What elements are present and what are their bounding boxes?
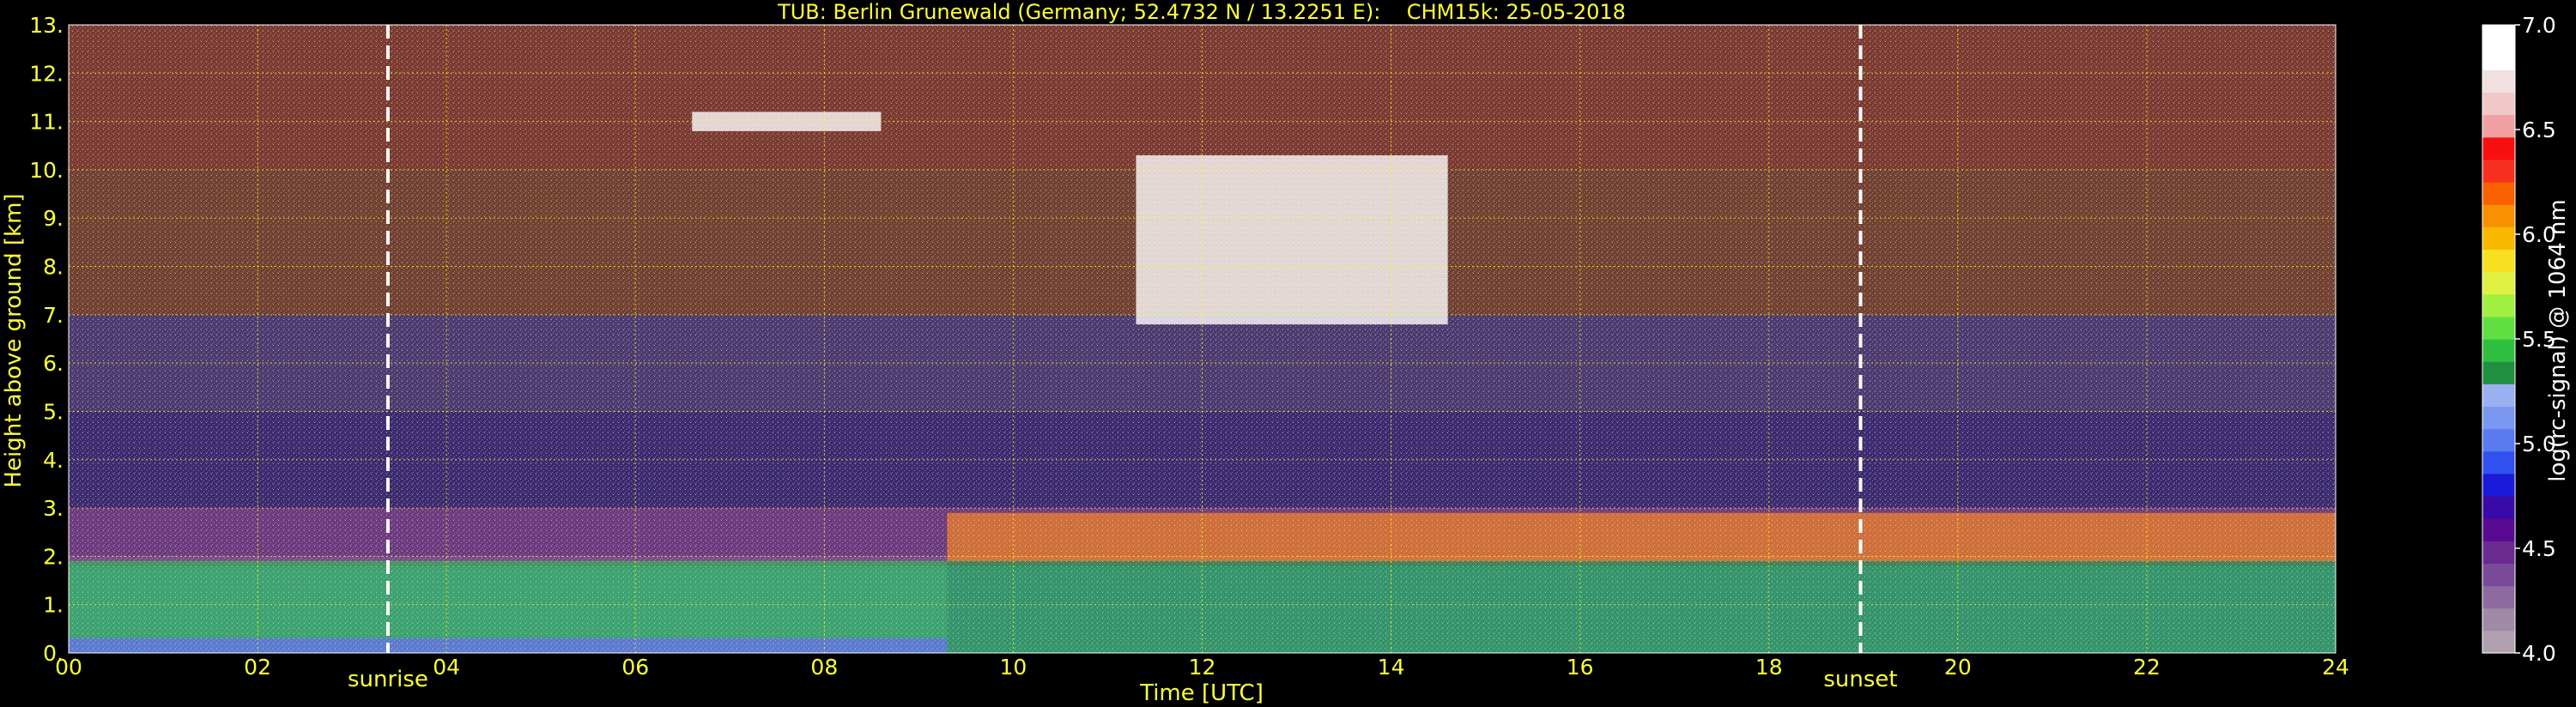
colorbar-swatch (2482, 428, 2515, 452)
colorbar-swatch (2482, 316, 2515, 340)
colorbar-swatch (2482, 384, 2515, 408)
colorbar-swatch (2482, 406, 2515, 430)
colorbar-swatch (2482, 630, 2515, 654)
colorbar-tick-label: 7.0 (2522, 13, 2556, 38)
colorbar-swatches (2482, 25, 2515, 654)
sunrise-label: sunrise (348, 667, 428, 692)
plot-area (68, 24, 2337, 654)
sunset-label: sunset (1823, 667, 1897, 692)
colorbar-swatch (2482, 496, 2515, 519)
y-tick-label: 13. (29, 13, 64, 38)
colorbar-swatch (2482, 114, 2515, 138)
x-tick-label: 08 (810, 655, 838, 680)
x-tick-label: 18 (1755, 655, 1783, 680)
y-tick-label: 3. (43, 496, 64, 521)
colorbar-swatch (2482, 585, 2515, 609)
x-tick-label: 04 (433, 655, 460, 680)
y-axis-ticks: 0. 1. 2. 3. 4. 5. 6. 7. 8. 9. 10. 11. 12. 13. (29, 13, 64, 666)
colorbar-swatch (2482, 182, 2515, 205)
x-tick-label: 14 (1378, 655, 1405, 680)
y-tick-label: 7. (43, 303, 64, 328)
colorbar-swatch (2482, 47, 2515, 70)
colorbar-tick-label: 6.5 (2522, 118, 2556, 142)
chart-title: TUB: Berlin Grunewald (Germany; 52.4732 … (777, 0, 1626, 24)
colorbar-swatch (2482, 204, 2515, 227)
colorbar-swatch (2482, 92, 2515, 116)
y-tick-label: 0. (43, 641, 64, 666)
colorbar-swatch (2482, 450, 2515, 474)
y-tick-label: 12. (29, 61, 64, 86)
y-tick-label: 8. (43, 255, 64, 280)
y-tick-label: 10. (29, 158, 64, 183)
colorbar-tick-label: 4.5 (2522, 536, 2556, 561)
colorbar-swatch (2482, 249, 2515, 273)
y-tick-label: 9. (43, 206, 64, 231)
x-tick-label: 10 (1000, 655, 1027, 680)
x-axis-label: Time [UTC] (1139, 680, 1264, 706)
colorbar-swatch (2482, 361, 2515, 384)
colorbar-swatch (2482, 541, 2515, 565)
y-tick-label: 5. (43, 399, 64, 424)
colorbar-swatch (2482, 25, 2515, 48)
x-tick-label: 22 (2133, 655, 2161, 680)
x-tick-label: 16 (1567, 655, 1594, 680)
colorbar-label: log(rc-signal) @ 1064 nm (2545, 199, 2571, 481)
y-tick-label: 2. (43, 544, 64, 569)
colorbar-swatch (2482, 339, 2515, 362)
colorbar-swatch (2482, 607, 2515, 631)
x-tick-label: 24 (2322, 655, 2349, 680)
x-tick-label: 20 (1944, 655, 1972, 680)
colorbar-swatch (2482, 159, 2515, 183)
colorbar-swatch (2482, 227, 2515, 251)
sun-marker-labels: sunrise sunset (348, 667, 1898, 692)
y-tick-label: 4. (43, 448, 64, 473)
colorbar-swatch (2482, 518, 2515, 541)
x-tick-label: 06 (621, 655, 649, 680)
y-tick-label: 6. (43, 351, 64, 376)
colorbar-swatch (2482, 69, 2515, 94)
colorbar-tick-label: 4.0 (2522, 641, 2556, 666)
colorbar-swatch (2482, 271, 2515, 295)
y-axis-label: Height above ground [km] (1, 193, 27, 487)
lidar-chart: 00 02 04 06 08 10 12 14 16 18 20 22 24 0.1.2.3.4.5.6… (1, 0, 2571, 706)
colorbar-swatch (2482, 563, 2515, 587)
colorbar-swatch (2482, 136, 2515, 160)
y-tick-label: 1. (43, 593, 64, 618)
x-tick-label: 02 (244, 655, 271, 680)
x-tick-label: 12 (1189, 655, 1216, 680)
y-tick-label: 11. (29, 110, 64, 135)
colorbar-swatch (2482, 473, 2515, 497)
colorbar-swatch (2482, 293, 2515, 317)
colorbar: 4.04.55.05.56.06.57.0 log(rc-signal) @ 1… (2482, 13, 2571, 666)
